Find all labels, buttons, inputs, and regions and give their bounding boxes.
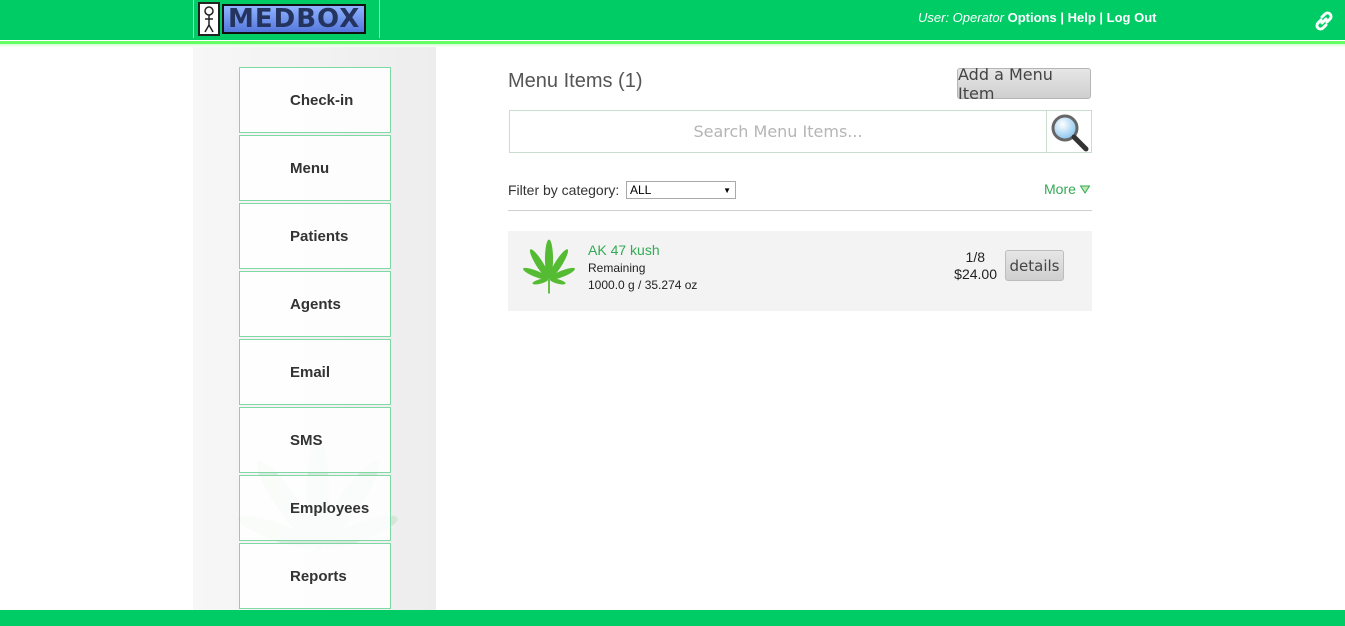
sidebar-item-patients[interactable]: Patients — [239, 203, 391, 269]
link-separator: | — [1099, 10, 1104, 25]
logo-figure-icon — [198, 2, 220, 36]
divider — [508, 210, 1092, 211]
sidebar-item-reports[interactable]: Reports — [239, 543, 391, 609]
page-title: Menu Items (1) — [508, 70, 643, 92]
sidebar-item-label: Email — [290, 363, 331, 381]
more-label: More — [1044, 181, 1076, 197]
item-quantity: 1/8 — [965, 249, 985, 265]
details-button[interactable]: details — [1005, 250, 1064, 281]
more-link[interactable]: More — [1044, 181, 1091, 197]
remaining-value: 1000.0 g / 35.274 oz — [588, 278, 698, 292]
logo-text: MEDBOX — [222, 4, 367, 34]
sidebar-item-email[interactable]: Email — [239, 339, 391, 405]
sidebar-item-menu[interactable]: Menu — [239, 135, 391, 201]
sidebar-item-label: SMS — [290, 431, 323, 449]
triangle-down-icon — [1079, 185, 1091, 194]
magnifier-icon — [1051, 114, 1089, 151]
options-link[interactable]: Options — [1008, 10, 1057, 25]
sidebar-item-label: Employees — [290, 499, 370, 517]
sidebar-item-sms[interactable]: SMS — [239, 407, 391, 473]
medbox-logo[interactable]: MEDBOX — [193, 0, 380, 38]
list-item: AK 47 kush Remaining 1000.0 g / 35.274 o… — [508, 231, 1092, 311]
cannabis-leaf-icon — [523, 239, 575, 294]
header-stripe — [0, 40, 1345, 47]
sidebar-item-label: Reports — [290, 567, 347, 585]
item-price: $24.00 — [954, 266, 997, 282]
sidebar-item-label: Agents — [290, 295, 341, 313]
chevron-down-icon: ▼ — [723, 185, 731, 195]
search-input[interactable] — [509, 110, 1046, 153]
logout-link[interactable]: Log Out — [1107, 10, 1157, 25]
sidebar-item-label: Menu — [290, 159, 330, 177]
sidebar-item-label: Check-in — [290, 91, 354, 109]
top-bar: MEDBOX User: Operator Options | Help | L… — [0, 0, 1345, 40]
link-separator: | — [1060, 10, 1064, 25]
sidebar-item-agents[interactable]: Agents — [239, 271, 391, 337]
footer — [0, 610, 1345, 626]
item-name-link[interactable]: AK 47 kush — [588, 242, 660, 258]
user-label: User: Operator — [918, 10, 1004, 25]
top-links: User: Operator Options | Help | Log Out — [918, 10, 1157, 25]
sidebar-item-label: Patients — [290, 227, 349, 245]
help-link[interactable]: Help — [1068, 10, 1096, 25]
category-select-value: ALL — [630, 183, 652, 197]
add-menu-item-button[interactable]: Add a Menu Item — [957, 65, 1091, 103]
filter-label: Filter by category: — [508, 182, 620, 198]
category-select[interactable]: ALL ▼ — [626, 181, 736, 199]
search-button[interactable] — [1046, 110, 1092, 153]
chain-link-icon[interactable] — [1312, 9, 1336, 33]
sidebar-item-check-in[interactable]: Check-in — [239, 67, 391, 133]
sidebar-item-employees[interactable]: Employees — [239, 475, 391, 541]
remaining-label: Remaining — [588, 261, 646, 275]
